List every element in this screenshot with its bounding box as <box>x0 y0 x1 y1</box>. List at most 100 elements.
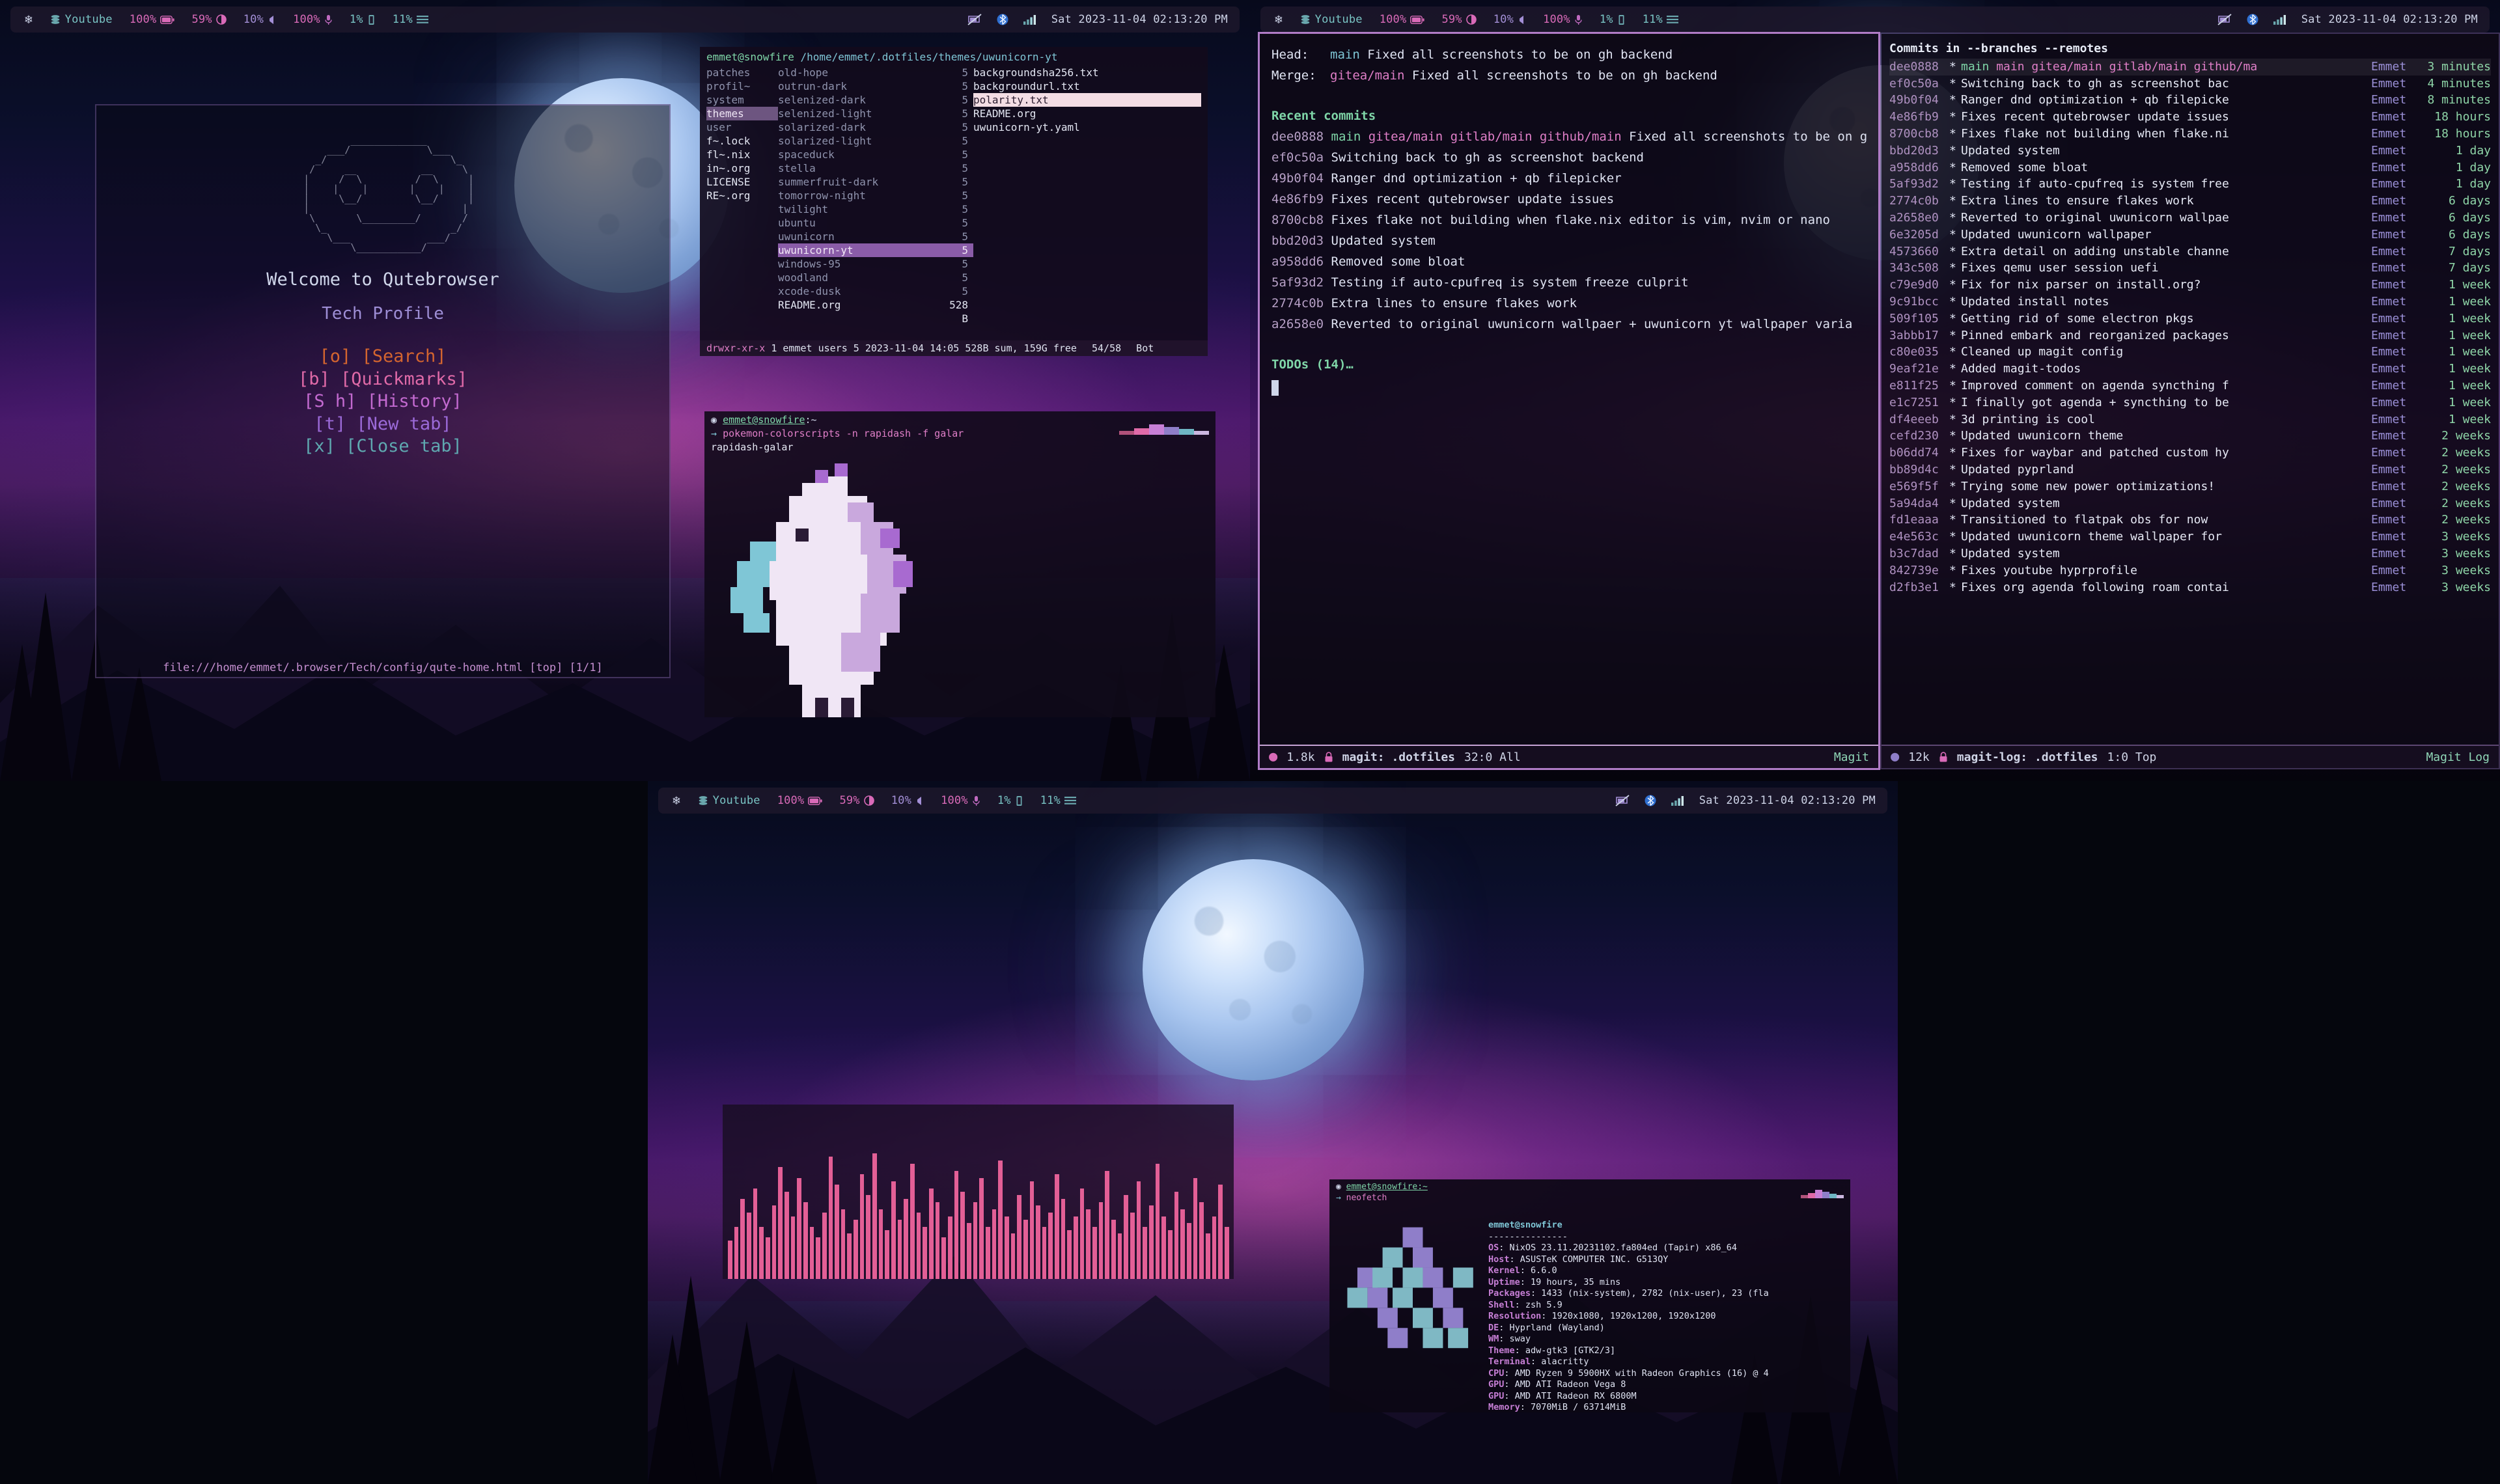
battery-module[interactable]: 100% <box>130 13 175 26</box>
shortcut-close-tab[interactable]: [x] [Close tab] <box>298 435 467 458</box>
magit-commit-2[interactable]: 49b0f04 Ranger dnd optimization + qb fil… <box>1271 168 1867 189</box>
qutebrowser-window[interactable]: _____________ ___/ \___ _/ \_ / __ __ \ … <box>96 105 669 677</box>
ranger-column-parent[interactable]: patches profil~ system themes user f~.lo… <box>706 66 778 312</box>
snowflake-icon-3[interactable]: ❄ <box>673 794 680 807</box>
snowflake-icon[interactable]: ❄ <box>25 13 33 26</box>
ranger-row-13[interactable]: uwunicorn-yt 5 <box>778 243 973 257</box>
ranger-row-0[interactable]: old-hope 5 <box>778 66 973 79</box>
magit-log-row-3[interactable]: 4e86fb9 * Fixes recent qutebrowser update … <box>1889 109 2491 126</box>
neofetch-terminal-window[interactable]: ◉ emmet@snowfire:~ → neofetch emmet@snow… <box>1329 1179 1850 1412</box>
magit-log-row-26[interactable]: 5a94da4 * Updated system Emmet 2 weeks <box>1889 495 2491 512</box>
magit-log-row-4[interactable]: 8700cb8 * Fixes flake not building when fl… <box>1889 126 2491 143</box>
volume-module[interactable]: 10% <box>243 13 276 26</box>
magit-log-row-28[interactable]: e4e563c * Updated uwunicorn theme wallpape… <box>1889 529 2491 545</box>
volume-module-2[interactable]: 10% <box>1493 13 1526 26</box>
shortcut-new-tab[interactable]: [t] [New tab] <box>298 413 467 436</box>
ranger-window[interactable]: emmet@snowfire /home/emmet/.dotfiles/the… <box>700 47 1208 356</box>
ranger-parent-row-8[interactable]: LICENSE <box>706 175 778 189</box>
magit-log-window[interactable]: Commits in --branches --remotes dee0888 *… <box>1882 34 2499 768</box>
brightness-module-3[interactable]: 59% <box>839 794 874 807</box>
ranger-parent-row-1[interactable]: profil~ <box>706 79 778 93</box>
ranger-row-17[interactable]: README.org 528 B <box>778 298 973 325</box>
bluetooth-icon[interactable] <box>997 12 1008 27</box>
magit-log-row-6[interactable]: a958dd6 * Removed some bloat Emmet 1 day <box>1889 159 2491 176</box>
magit-log-row-1[interactable]: ef0c50a * Switching back to gh as screensh… <box>1889 76 2491 92</box>
brightness-module[interactable]: 59% <box>191 13 227 26</box>
magit-log-row-2[interactable]: 49b0f04 * Ranger dnd optimization + qb fil… <box>1889 92 2491 109</box>
waybar-top-right[interactable]: ❄ Youtube 100% 59% 10% 100% 1% 11% Sat 2… <box>1260 7 2490 33</box>
cpu-module-3[interactable]: 1% <box>997 794 1023 807</box>
ranger-row-5[interactable]: solarized-light 5 <box>778 134 973 148</box>
wifi-signal-icon-2[interactable] <box>2273 14 2287 25</box>
magit-commit-0[interactable]: dee0888 main main gitea/main gitlab/main… <box>1271 126 1867 147</box>
magit-commit-3[interactable]: 4e86fb9 Fixes recent qutebrowser update … <box>1271 189 1867 210</box>
magit-log-row-23[interactable]: b06dd74 * Fixes for waybar and patched cus… <box>1889 445 2491 461</box>
magit-commit-8[interactable]: 2774c0b Extra lines to ensure flakes wor… <box>1271 293 1867 314</box>
magit-commit-1[interactable]: ef0c50a Switching back to gh as screensh… <box>1271 147 1867 168</box>
ranger-row-3[interactable]: selenized-light 5 <box>778 107 973 120</box>
clock-top-right[interactable]: Sat 2023-11-04 02:13:20 PM <box>2301 13 2478 26</box>
magit-log-row-14[interactable]: 9c91bcc * Updated install notes Emmet 1 week <box>1889 294 2491 310</box>
ranger-parent-row-4[interactable]: user <box>706 120 778 134</box>
magit-todos-header[interactable]: TODOs (14)… <box>1271 354 1867 375</box>
magit-log-row-8[interactable]: 2774c0b * Extra lines to ensure flakes wor… <box>1889 193 2491 210</box>
ranger-parent-row-5[interactable]: f~.lock <box>706 134 778 148</box>
bluetooth-icon-3[interactable] <box>1645 793 1656 808</box>
shortcut-search[interactable]: [o] [Search] <box>298 346 467 368</box>
battery-module-3[interactable]: 100% <box>777 794 823 807</box>
qutebrowser-url-bar[interactable]: file:///home/emmet/.browser/Tech/config/… <box>96 659 669 677</box>
ranger-row-10[interactable]: twilight 5 <box>778 202 973 216</box>
memory-module[interactable]: 11% <box>393 13 428 26</box>
volume-module-3[interactable]: 10% <box>891 794 924 807</box>
magit-log-row-21[interactable]: df4eeeb * 3d printing is cool Emmet 1 week <box>1889 411 2491 428</box>
magit-log-row-12[interactable]: 343c508 * Fixes qemu user session uefi Emme… <box>1889 260 2491 277</box>
magit-log-row-5[interactable]: bbd20d3 * Updated system Emmet 1 day <box>1889 143 2491 159</box>
ranger-parent-row-0[interactable]: patches <box>706 66 778 79</box>
workspace-module-3[interactable]: Youtube <box>697 794 760 807</box>
bluetooth-icon-2[interactable] <box>2247 12 2258 27</box>
ranger-row-14[interactable]: windows-95 5 <box>778 257 973 271</box>
ranger-row-7[interactable]: stella 5 <box>778 161 973 175</box>
brightness-module-2[interactable]: 59% <box>1441 13 1477 26</box>
shortcut-quickmarks[interactable]: [b] [Quickmarks] <box>298 368 467 391</box>
ranger-preview-row-0[interactable]: backgroundsha256.txt <box>973 66 1201 79</box>
magit-log-row-11[interactable]: 4573660 * Extra detail on adding unstable … <box>1889 243 2491 260</box>
cava-visualizer-window[interactable] <box>723 1105 1234 1279</box>
magit-log-row-24[interactable]: bb89d4c * Updated pyprland Emmet 2 weeks <box>1889 461 2491 478</box>
magit-log-row-9[interactable]: a2658e0 * Reverted to original uwunicorn w… <box>1889 210 2491 227</box>
magit-log-row-22[interactable]: cefd230 * Updated uwunicorn theme Emmet 2 we… <box>1889 428 2491 445</box>
ranger-parent-row-9[interactable]: RE~.org <box>706 189 778 202</box>
ranger-row-16[interactable]: xcode-dusk 5 <box>778 284 973 298</box>
magit-commit-4[interactable]: 8700cb8 Fixes flake not building when fl… <box>1271 210 1867 230</box>
ranger-column-current[interactable]: old-hope 5 outrun-dark 5 selenized-dark 5 s… <box>778 66 973 325</box>
magit-log-row-15[interactable]: 509f105 * Getting rid of some electron pkg… <box>1889 310 2491 327</box>
wifi-signal-icon-3[interactable] <box>1671 795 1685 806</box>
battery-module-2[interactable]: 100% <box>1380 13 1425 26</box>
ranger-parent-row-7[interactable]: in~.org <box>706 161 778 175</box>
ranger-preview-row-3[interactable]: README.org <box>973 107 1201 120</box>
magit-log-row-30[interactable]: 842739e * Fixes youtube hyprprofile Emmet 3 … <box>1889 562 2491 579</box>
memory-module-2[interactable]: 11% <box>1643 13 1678 26</box>
ranger-parent-row-2[interactable]: system <box>706 93 778 107</box>
microphone-module-3[interactable]: 100% <box>941 794 980 807</box>
magit-log-row-19[interactable]: e811f25 * Improved comment on agenda synct… <box>1889 378 2491 394</box>
cpu-module[interactable]: 1% <box>350 13 376 26</box>
magit-log-row-29[interactable]: b3c7dad * Updated system Emmet 3 weeks <box>1889 545 2491 562</box>
network-disconnected-icon-3[interactable] <box>1615 794 1630 807</box>
magit-commit-5[interactable]: bbd20d3 Updated system <box>1271 230 1867 251</box>
ranger-parent-row-3[interactable]: themes <box>706 107 778 120</box>
workspace-module[interactable]: Youtube <box>49 13 113 26</box>
magit-commit-9[interactable]: a2658e0 Reverted to original uwunicorn w… <box>1271 314 1867 335</box>
magit-log-row-7[interactable]: 5af93d2 * Testing if auto-cpufreq is syste… <box>1889 176 2491 193</box>
ranger-row-11[interactable]: ubuntu 5 <box>778 216 973 230</box>
workspace-module-2[interactable]: Youtube <box>1299 13 1363 26</box>
network-disconnected-icon-2[interactable] <box>2217 13 2232 26</box>
microphone-module[interactable]: 100% <box>293 13 333 26</box>
memory-module-3[interactable]: 11% <box>1040 794 1076 807</box>
shortcut-history[interactable]: [S h] [History] <box>298 391 467 413</box>
wifi-signal-icon[interactable] <box>1023 14 1037 25</box>
magit-commit-6[interactable]: a958dd6 Removed some bloat <box>1271 251 1867 272</box>
ranger-preview-row-4[interactable]: uwunicorn-yt.yaml <box>973 120 1201 134</box>
magit-log-row-13[interactable]: c79e9d0 * Fix for nix parser on install.or… <box>1889 277 2491 294</box>
ranger-preview-row-1[interactable]: backgroundurl.txt <box>973 79 1201 93</box>
